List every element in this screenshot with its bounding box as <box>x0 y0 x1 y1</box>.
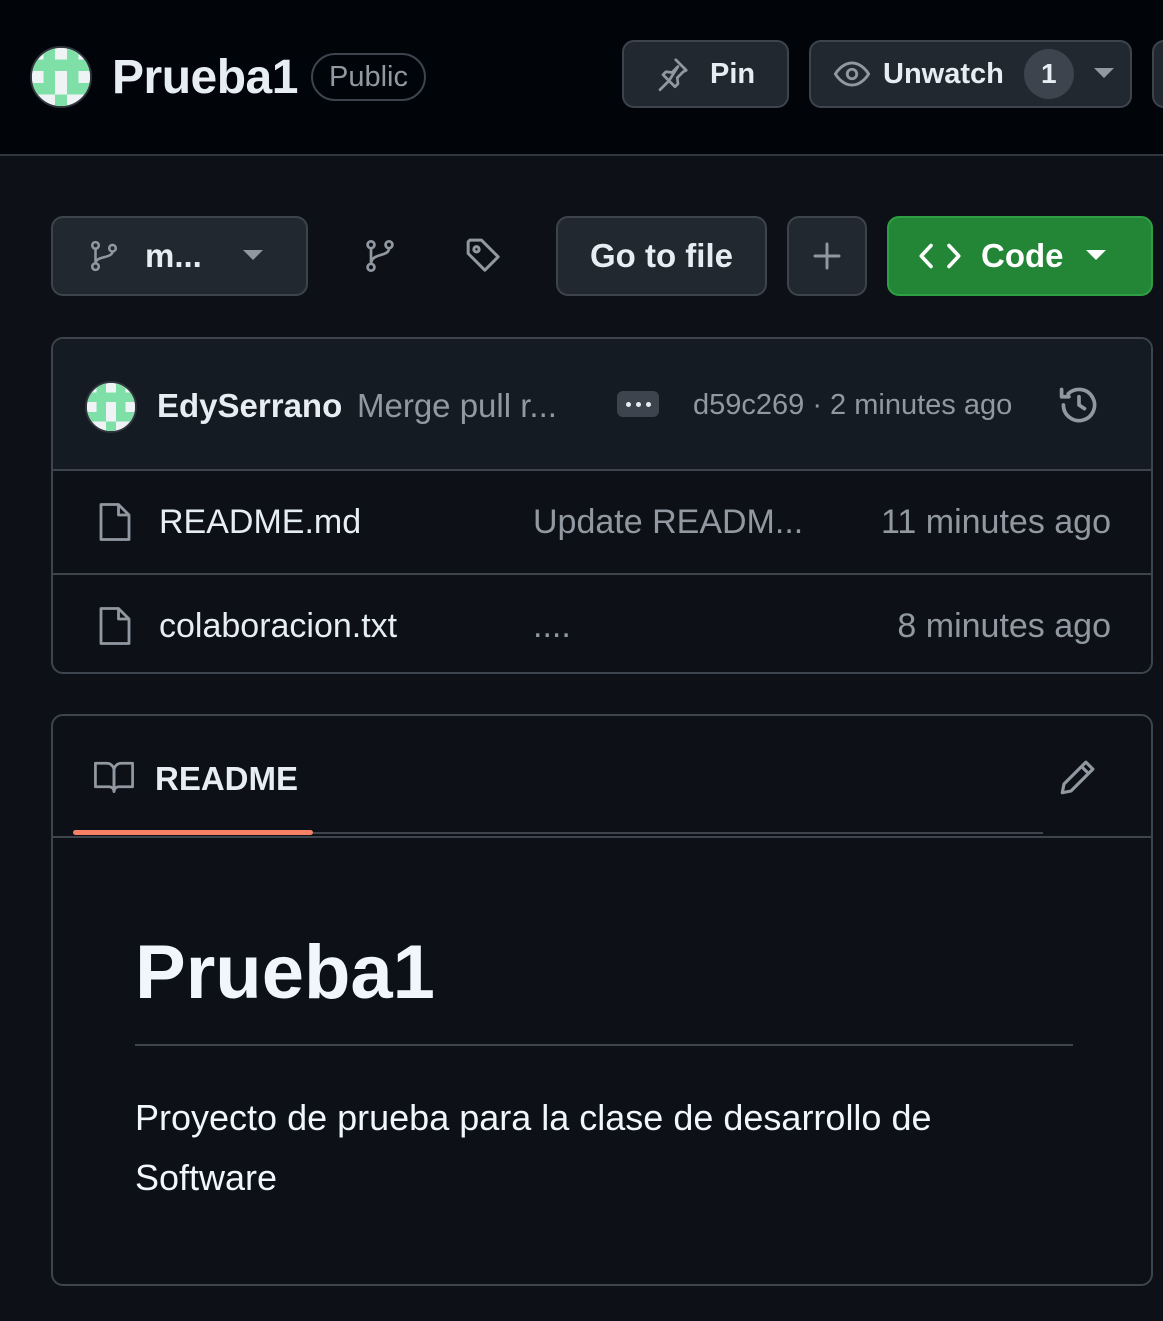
commit-sha-time[interactable]: d59c269 · 2 minutes ago <box>693 389 1012 422</box>
commit-author[interactable]: EdySerrano <box>157 387 342 425</box>
git-branch-icon <box>362 237 398 275</box>
pin-label: Pin <box>710 57 756 90</box>
code-label: Code <box>981 237 1064 274</box>
plus-icon <box>811 240 843 272</box>
readme-panel: README Prueba1 Proyecto de prueba para l… <box>51 714 1153 1286</box>
readme-paragraph: Proyecto de prueba para la clase de desa… <box>135 1097 932 1198</box>
unwatch-label: Unwatch <box>883 57 1004 90</box>
file-name[interactable]: colaboracion.txt <box>159 607 397 646</box>
repo-owner-avatar[interactable] <box>30 46 92 108</box>
eye-icon <box>833 55 871 93</box>
file-commit-time: 11 minutes ago <box>881 503 1111 541</box>
branches-link[interactable] <box>358 234 402 278</box>
kebab-icon[interactable] <box>617 391 659 417</box>
chevron-down-icon[interactable] <box>1093 68 1114 80</box>
file-icon <box>97 501 133 543</box>
tags-link[interactable] <box>462 234 506 278</box>
commit-author-avatar[interactable] <box>85 381 137 433</box>
chevron-down-icon <box>1085 250 1106 262</box>
file-commit-time: 8 minutes ago <box>897 607 1111 645</box>
pencil-icon[interactable] <box>1057 756 1099 798</box>
branch-selector[interactable]: m... <box>51 216 308 296</box>
pin-button[interactable]: Pin <box>622 40 789 108</box>
latest-commit-bar: EdySerrano Merge pull r... d59c269 · 2 m… <box>53 339 1151 471</box>
watch-count-badge: 1 <box>1023 49 1074 99</box>
file-commit-message[interactable]: .... <box>533 607 571 646</box>
readme-header: README <box>53 716 1151 838</box>
git-branch-icon <box>87 238 121 274</box>
file-icon <box>97 605 133 647</box>
chevron-down-icon <box>243 250 263 262</box>
unwatch-button[interactable]: Unwatch 1 <box>809 40 1132 108</box>
tag-icon <box>464 236 504 276</box>
pin-icon <box>654 56 690 92</box>
go-to-file-label: Go to file <box>590 237 733 274</box>
branch-name: m... <box>145 237 202 274</box>
history-icon[interactable] <box>1057 383 1101 427</box>
add-file-button[interactable] <box>787 216 867 296</box>
repo-header: Prueba1 Public Pin Unwatch 1 <box>0 0 1163 156</box>
readme-heading: Prueba1 <box>135 928 1073 1046</box>
visibility-badge: Public <box>311 53 426 101</box>
active-tab-indicator <box>73 830 313 835</box>
repo-title[interactable]: Prueba1 <box>112 50 298 106</box>
fork-button[interactable] <box>1152 40 1163 108</box>
file-commit-message[interactable]: Update READM... <box>533 503 803 542</box>
file-row[interactable]: colaboracion.txt .... 8 minutes ago <box>53 573 1151 672</box>
tab-divider <box>313 832 1043 834</box>
file-browser: EdySerrano Merge pull r... d59c269 · 2 m… <box>51 337 1153 674</box>
file-name[interactable]: README.md <box>159 503 361 542</box>
code-button[interactable]: Code <box>887 216 1153 296</box>
file-row[interactable]: README.md Update READM... 11 minutes ago <box>53 471 1151 573</box>
go-to-file-button[interactable]: Go to file <box>556 216 767 296</box>
book-icon <box>93 758 135 796</box>
commit-message[interactable]: Merge pull r... <box>357 387 557 425</box>
code-icon <box>919 240 961 272</box>
readme-tab[interactable]: README <box>155 760 298 798</box>
